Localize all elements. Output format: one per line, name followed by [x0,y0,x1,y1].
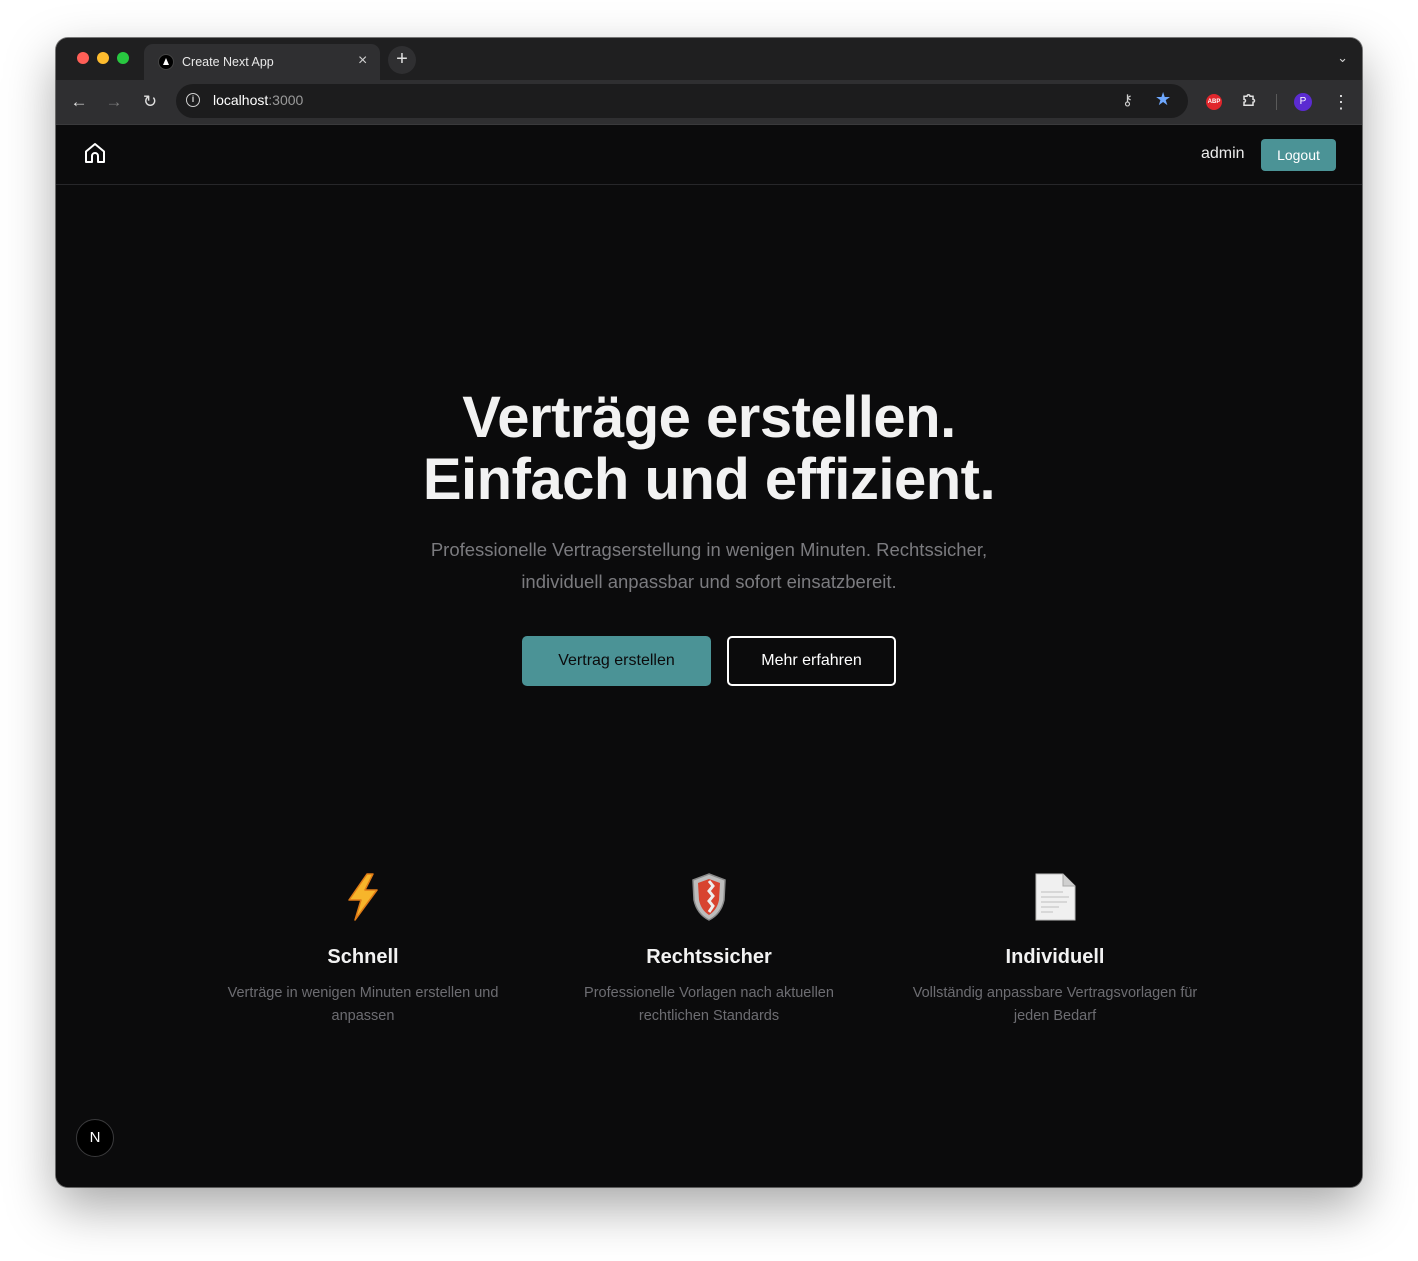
tab-close-icon[interactable]: × [358,52,367,70]
tab-strip: Create Next App × + ⌄ [56,38,1362,80]
feature-description-line-1: Vollständig anpassbare Vertragsvorlagen … [912,985,1198,1001]
hero-subtitle-line-1: Professionelle Vertragserstellung in wen… [430,539,988,560]
tab-title: Create Next App [182,55,274,69]
tab-search-chevron-icon[interactable]: ⌄ [1337,50,1348,66]
address-bar[interactable]: i localhost:3000 ⚷ ★ [176,84,1188,118]
browser-tab-active[interactable]: Create Next App × [144,44,380,80]
extensions-puzzle-icon[interactable] [1241,91,1259,114]
hero-subtitle: Professionelle Vertragserstellung in wen… [359,534,1059,598]
hero-title-line-2: Einfach und effizient. [422,447,996,512]
document-icon [895,869,1215,925]
feature-description: Verträge in wenigen Minuten erstellen un… [203,982,523,1028]
password-key-icon[interactable]: ⚷ [1122,91,1133,109]
hero-title-line-1: Verträge erstellen. [462,385,956,450]
browser-toolbar: ← → ↻ i localhost:3000 ⚷ ★ ABP P ⋮ [56,80,1362,125]
feature-card-rechtssicher: Rechtssicher Professionelle Vorlagen nac… [549,869,869,1028]
close-window-button[interactable] [77,52,89,64]
toolbar-divider [1276,94,1277,110]
shield-icon [549,869,869,925]
user-name-label: admin [1201,145,1245,162]
adblock-extension-icon[interactable]: ABP [1206,94,1222,110]
site-info-icon[interactable]: i [186,93,200,107]
profile-avatar[interactable]: P [1294,93,1312,111]
maximize-window-button[interactable] [117,52,129,64]
forward-button[interactable]: → [102,90,126,114]
url-host: localhost [213,92,269,108]
hero-title: Verträge erstellen. Einfach und effizien… [56,387,1362,511]
browser-menu-icon[interactable]: ⋮ [1332,90,1350,114]
feature-description-line-2: anpassen [331,1008,395,1024]
url-text[interactable]: localhost:3000 [213,92,303,108]
feature-card-individuell: Individuell Vollständig anpassbare Vertr… [895,869,1215,1028]
feature-title: Individuell [1005,946,1105,968]
feature-description-line-1: Professionelle Vorlagen nach aktuellen [584,985,834,1001]
new-tab-button[interactable]: + [388,46,416,74]
back-button[interactable]: ← [67,90,91,114]
nextjs-dev-tools-button[interactable]: N [76,1119,114,1157]
site-navbar: admin Logout [56,125,1362,185]
logout-button[interactable]: Logout [1261,139,1336,171]
feature-description-line-2: jeden Bedarf [1013,1008,1097,1024]
feature-card-schnell: Schnell Verträge in wenigen Minuten erst… [203,869,523,1028]
browser-window: Create Next App × + ⌄ ← → ↻ i localhost:… [56,38,1362,1187]
create-contract-button[interactable]: Vertrag erstellen [522,636,711,686]
feature-description-line-1: Verträge in wenigen Minuten erstellen un… [227,985,499,1001]
feature-title: Rechtssicher [646,946,772,968]
feature-description-line-2: rechtlichen Standards [638,1008,780,1024]
home-icon[interactable] [83,141,107,165]
hero-subtitle-line-2: individuell anpassbar und sofort einsatz… [521,571,897,592]
reload-button[interactable]: ↻ [138,90,162,114]
page-content: admin Logout Verträge erstellen. Einfach… [56,125,1362,1187]
minimize-window-button[interactable] [97,52,109,64]
bookmark-star-icon[interactable]: ★ [1155,89,1171,110]
nextjs-favicon-icon [158,54,174,70]
feature-title: Schnell [327,946,399,968]
feature-description: Vollständig anpassbare Vertragsvorlagen … [895,982,1215,1028]
lightning-icon [203,869,523,925]
learn-more-button[interactable]: Mehr erfahren [727,636,896,686]
feature-description: Professionelle Vorlagen nach aktuellen r… [549,982,869,1028]
url-port: :3000 [268,92,304,108]
